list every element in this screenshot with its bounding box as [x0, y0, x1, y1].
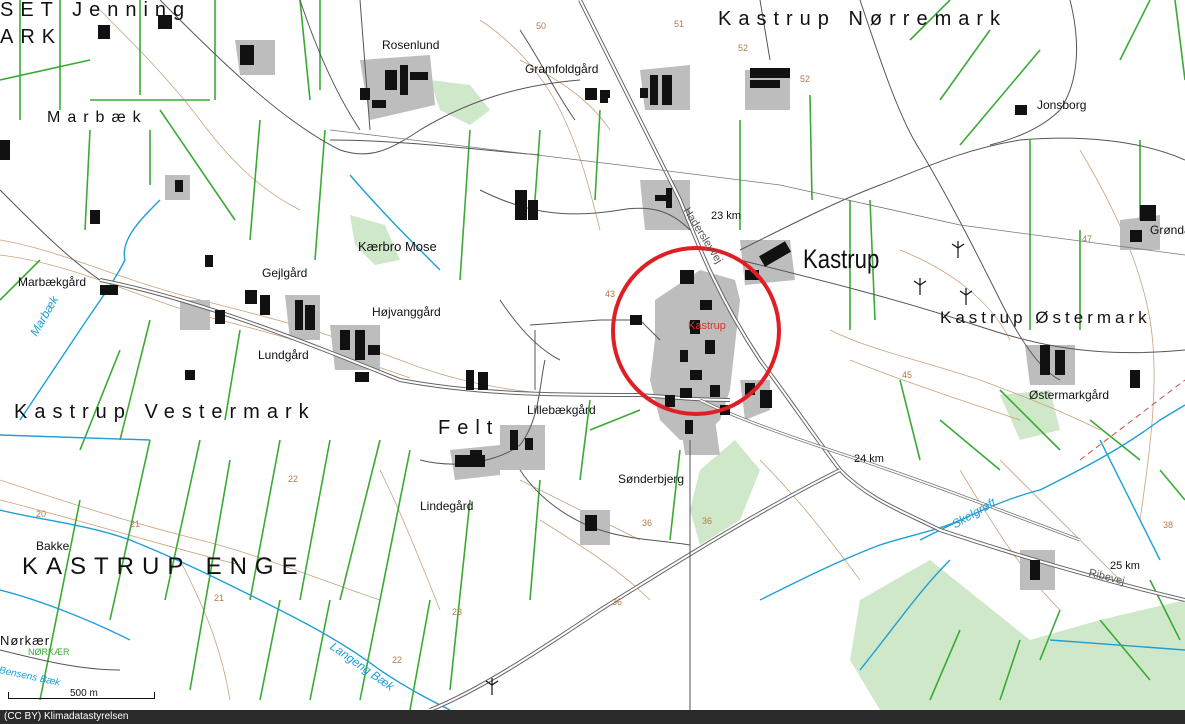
- label-rosenlund: Rosenlund: [382, 38, 440, 52]
- attribution-text[interactable]: (CC BY) Klimadatastyrelsen: [4, 711, 128, 722]
- label-gramfoldgaard: Gramfoldgård: [525, 62, 599, 76]
- label-kastrup-small: Kastrup: [688, 320, 726, 332]
- label-norkaer: Nørkær: [0, 633, 51, 648]
- power-line: [329, 129, 1185, 256]
- contour-label: 43: [605, 289, 616, 299]
- label-lindegaard: Lindegård: [420, 499, 474, 513]
- label-kastrup: Kastrup: [803, 244, 880, 274]
- label-felt: Felt: [438, 417, 500, 439]
- contour-label: 38: [1163, 520, 1174, 530]
- label-kastrup-norremark: Kastrup Nørremark: [718, 8, 1008, 30]
- label-kaerbro-mose: Kærbro Mose: [358, 239, 437, 254]
- label-lundgaard: Lundgård: [258, 348, 309, 362]
- attribution-bar: (CC BY) Klimadatastyrelsen: [0, 710, 1185, 724]
- scale-label: 500 m: [70, 688, 98, 699]
- scale-tick-right: [154, 692, 155, 699]
- label-grondal: Grønda: [1150, 223, 1185, 237]
- label-ostermarkgaard: Østermarkgård: [1029, 388, 1110, 402]
- label-norkaer-caps: NØRKÆR: [28, 647, 70, 657]
- km-marker-25: 25 km: [1110, 560, 1140, 572]
- label-kastrup-enge: KASTRUP ENGE: [22, 553, 306, 580]
- contour-lines: [0, 9, 1155, 701]
- contour-label: 52: [738, 43, 749, 53]
- contour-label: 47: [1082, 234, 1093, 244]
- contour-label: 50: [536, 21, 547, 31]
- minor-roads: [0, 0, 1185, 710]
- contour-label: 23: [452, 607, 463, 617]
- label-bakke: Bakke: [36, 539, 70, 553]
- contour-label: 22: [392, 655, 403, 665]
- topographic-map[interactable]: [0, 0, 1185, 724]
- label-set-jenning: SET Jenning: [0, 0, 192, 21]
- contour-label: 36: [612, 597, 623, 607]
- label-marbaek: Marbæk: [47, 109, 148, 126]
- label-lillebaekgaard: Lillebækgård: [527, 403, 596, 417]
- contour-label: 36: [702, 516, 713, 526]
- scale-bar: 500 m: [8, 688, 156, 700]
- km-marker-23: 23 km: [711, 210, 741, 222]
- label-gejlgaard: Gejlgård: [262, 266, 308, 280]
- label-ark: ARK: [0, 26, 63, 48]
- contour-label: 51: [674, 19, 685, 29]
- label-kastrup-ostermark: Kastrup Østermark: [940, 308, 1151, 327]
- label-jonsborg: Jonsborg: [1037, 98, 1087, 112]
- label-marbaekgaard: Marbækgård: [18, 275, 87, 289]
- contour-label: 20: [36, 509, 47, 519]
- label-hojvanggaard: Højvanggård: [372, 305, 441, 319]
- field-boundaries: [0, 0, 1185, 711]
- contour-label: 21: [214, 593, 225, 603]
- contour-label: 45: [902, 370, 913, 380]
- contour-label: 21: [130, 519, 141, 529]
- contour-label: 22: [288, 474, 299, 484]
- label-sonderbjerg: Sønderbjerg: [618, 472, 685, 486]
- label-kastrup-vestermark: Kastrup Vestermark: [14, 401, 316, 423]
- km-marker-24: 24 km: [854, 453, 884, 465]
- contour-label: 36: [642, 518, 653, 528]
- contour-label: 52: [800, 74, 811, 84]
